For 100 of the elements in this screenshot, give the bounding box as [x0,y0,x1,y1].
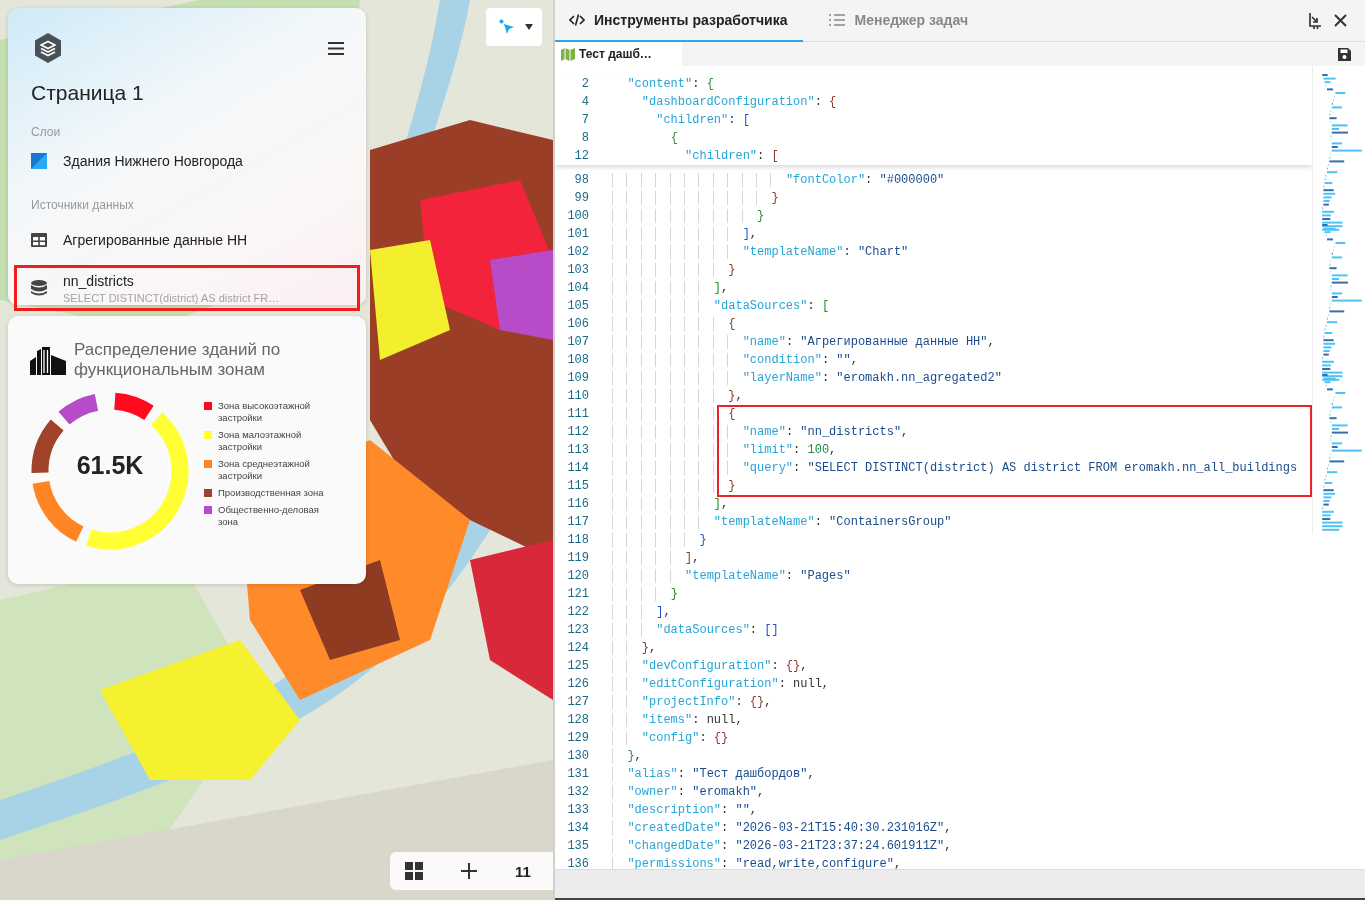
list-icon [829,13,846,26]
code-line: "createdDate": "2026-03-21T15:40:30.231016Z", [613,819,952,837]
line-number: 134 [566,820,589,837]
line-number: 115 [566,478,589,495]
code-line: { [613,405,736,423]
code-line: }, [613,747,642,765]
code-line: "fontColor": "#000000" [613,171,945,189]
logo-icon [32,32,64,64]
code-line: { [613,315,736,333]
line-number: 119 [566,550,589,567]
close-icon[interactable] [1334,14,1347,27]
section-heading: Источники данных [30,197,135,212]
code-line: "items": null, [613,711,743,729]
line-number: 111 [566,406,589,423]
code-line: ], [613,495,729,513]
line-number: 135 [566,838,589,855]
line-number: 126 [566,676,589,693]
code-line: "templateName": "Chart" [613,243,909,261]
select-tool-button[interactable] [486,8,542,46]
line-number: 101 [566,226,589,243]
line-number: 107 [566,334,589,351]
line-number: 108 [566,352,589,369]
save-icon[interactable] [1338,47,1351,61]
code-line: }, [613,639,657,657]
line-number: 120 [566,568,589,585]
line-number: 105 [566,298,589,315]
code-line: "name": "nn_districts", [613,423,909,441]
line-number: 12 [573,148,589,165]
code-line: "config": {} [613,729,729,747]
horizontal-scrollbar[interactable] [555,869,1365,900]
code-line: "dataSources": [ [613,297,830,315]
line-number: 4 [580,94,589,111]
line-number: 110 [566,388,589,405]
line-number: 128 [566,712,589,729]
data-source-item[interactable]: Агрегированные данные НН [14,217,360,263]
layer-item[interactable]: Здания Нижнего Новгорода [14,144,360,178]
code-line: } [613,189,779,207]
file-tab[interactable]: Тест дашб… [555,42,682,66]
code-line: ], [613,549,700,567]
map-icon [561,47,575,61]
line-number: 103 [566,262,589,279]
line-number: 122 [566,604,589,621]
code-line: "layerName": "eromakh.nn_agregated2" [613,369,1002,387]
code-line: "changedDate": "2026-03-21T23:37:24.601911Z", [613,837,952,855]
grid-icon[interactable] [405,862,423,880]
code-line: "editConfiguration": null, [613,675,830,693]
code-line: "name": "Агрегированные данные НН", [613,333,995,351]
database-icon [31,280,47,296]
code-line: "description": "", [613,801,758,819]
line-number: 114 [566,460,589,477]
line-number: 117 [566,514,589,531]
line-number: 99 [573,190,589,207]
total-value: 61.5K [75,451,145,480]
line-number: 132 [566,784,589,801]
legend-label: Зона высокоэтажной застройки [218,400,312,424]
chart-title: Распределение зданий по функциональным зонам [74,340,282,380]
line-number: 7 [580,112,589,129]
legend-label: Зона малоэтажной застройки [218,429,303,453]
legend-label: Общественно-деловая зона [218,504,320,528]
code-line: { [669,130,678,147]
menu-icon[interactable] [328,41,344,55]
legend-label: Производственная зона [218,487,324,499]
source-query: SELECT DISTINCT(district) AS district FR… [63,291,280,304]
line-number: 2 [580,76,589,93]
code-line: "query": "SELECT DISTINCT(district) AS district FROM eromakh.nn_all_buildings [613,459,1298,477]
code-line: "projectInfo": {}, [613,693,772,711]
code-line: "children": [ [684,148,779,165]
code-line: "templateName": "ContainersGroup" [613,513,952,531]
line-number: 104 [566,280,589,297]
code-icon [569,13,585,26]
source-name: Агрегированные данные НН [63,232,248,248]
line-number: 109 [566,370,589,387]
zoom-level: 11 [515,862,531,880]
source-name: nn_districts [63,272,135,289]
line-number: 121 [566,586,589,603]
line-number: 131 [566,766,589,783]
code-line: ], [613,279,729,297]
code-line: } [613,261,736,279]
section-heading: Слои [30,124,62,139]
cursor-icon [499,19,515,35]
plus-icon[interactable] [461,863,477,879]
code-line: ], [613,603,671,621]
line-number: 106 [566,316,589,333]
code-line: "templateName": "Pages" [613,567,851,585]
line-number: 98 [573,172,589,189]
dock-icon[interactable] [1308,12,1322,29]
line-number: 100 [566,208,589,225]
table-icon [31,233,47,247]
layer-icon [31,153,47,169]
buildings-icon [30,345,66,375]
code-line: "children": [ [655,112,750,129]
code-line: "limit": 100, [613,441,837,459]
code-line: "content": { [626,76,714,93]
line-number: 8 [580,130,589,147]
data-source-item[interactable]: nn_districts SELECT DISTINCT(district) AS district FR… [14,265,360,311]
caret-icon [525,24,533,30]
legend-label: Зона среднеэтажной застройки [218,458,311,482]
code-line: }, [613,387,743,405]
line-number: 113 [566,442,589,459]
line-number: 123 [566,622,589,639]
